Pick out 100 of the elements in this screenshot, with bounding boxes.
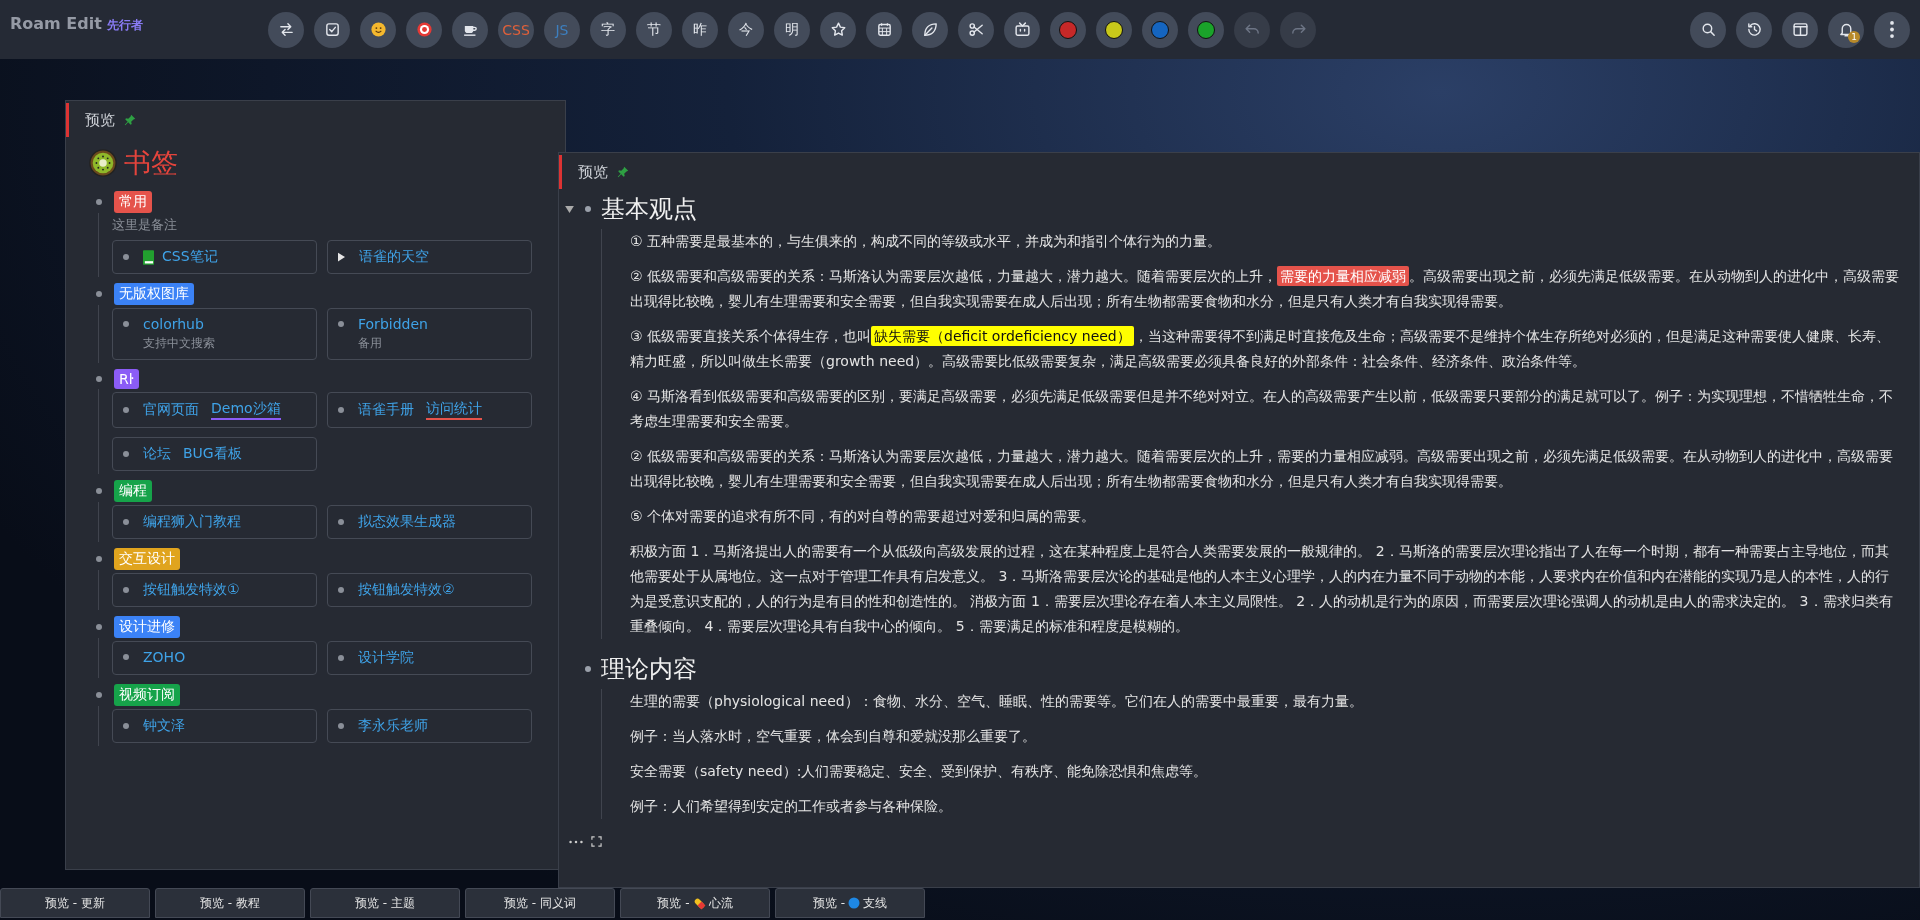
calendar-icon [875, 21, 893, 38]
checkbox-icon [323, 21, 341, 38]
bullet-icon [96, 291, 102, 297]
bullet-icon [96, 488, 102, 494]
bookmark-link[interactable]: 李永乐老师 [358, 717, 428, 735]
panel-title: 预览 [85, 110, 115, 130]
bullet-icon[interactable] [123, 587, 129, 593]
bullet-icon[interactable] [123, 519, 129, 525]
app-edition-label: 先行者 [106, 16, 143, 34]
color-button[interactable] [1096, 11, 1132, 48]
bookmark-link[interactable]: CSS笔记 [162, 248, 218, 266]
bookmark-link[interactable]: BUG看板 [183, 445, 242, 463]
bullet-icon[interactable] [123, 654, 129, 660]
bookmark-link[interactable]: 拟态效果生成器 [358, 513, 456, 531]
paragraph: 安全需要（safety need）:人们需要稳定、安全、受到保护、有秩序、能免除恐惧和焦虑等。 [630, 762, 1209, 781]
bookmark-link[interactable]: 语雀手册 [358, 401, 414, 419]
toolbar-button[interactable] [958, 11, 994, 48]
window-tab[interactable]: 预览 - 心流 [620, 888, 770, 918]
bookmark-link[interactable]: 论坛 [143, 445, 171, 463]
window-tab[interactable]: 预览 - 主题 [310, 888, 460, 918]
leaf-icon [921, 21, 939, 38]
note-text: 这里是备注 [112, 216, 178, 234]
bullet-icon[interactable] [338, 519, 344, 525]
category-tag[interactable]: 常用 [114, 191, 152, 213]
bookmark-link[interactable]: 编程狮入门教程 [143, 513, 241, 531]
bookmark-link[interactable]: 访问统计 [426, 400, 482, 420]
toolbar-button[interactable]: 昨 [682, 11, 718, 48]
category-tag[interactable]: 设计进修 [114, 616, 180, 638]
toolbar-button[interactable]: 今 [728, 11, 764, 48]
bookmark-link[interactable]: 语雀的天空 [359, 248, 429, 266]
bullet-icon [96, 556, 102, 562]
toolbar-button[interactable] [406, 11, 442, 48]
note-text: 支持中文搜索 [142, 335, 216, 352]
toolbar-button[interactable] [1690, 11, 1726, 48]
caret-icon[interactable] [564, 205, 574, 213]
bullet-icon[interactable] [338, 321, 344, 327]
color-button[interactable] [1142, 11, 1178, 48]
toolbar-button[interactable] [314, 11, 350, 48]
target-icon [415, 21, 433, 38]
book-icon [143, 249, 154, 265]
toolbar-button[interactable]: 字 [590, 11, 626, 48]
window-tab[interactable]: 预览 - 更新 [0, 888, 150, 918]
toolbar-button[interactable] [452, 11, 488, 48]
pin-icon[interactable] [616, 165, 630, 179]
toolbar-button[interactable]: 明 [774, 11, 810, 48]
expand-icon[interactable] [591, 836, 602, 847]
more-icon[interactable] [569, 839, 583, 844]
toolbar-button[interactable] [1874, 11, 1910, 48]
caret-icon[interactable] [338, 252, 345, 262]
toolbar-button[interactable]: 节 [636, 11, 672, 48]
star-icon [829, 21, 847, 38]
section-heading: 基本观点 [601, 194, 697, 225]
window-tab[interactable]: 预览 - 同义词 [465, 888, 615, 918]
window-tab[interactable]: 预览 - 教程 [155, 888, 305, 918]
toolbar-button[interactable] [820, 11, 856, 48]
bookmark-link[interactable]: Demo沙箱 [211, 400, 281, 420]
window-tab[interactable]: 预览 - 支线 [775, 888, 925, 918]
category-tag[interactable]: 编程 [114, 480, 152, 502]
bookmark-link[interactable]: 钟文泽 [143, 717, 185, 735]
bookmark-link[interactable]: 按钮触发特效① [143, 581, 240, 599]
columns-icon [1791, 21, 1809, 38]
bullet-icon[interactable] [338, 655, 344, 661]
category-tag[interactable]: 无版权图库 [114, 283, 194, 305]
toolbar-button[interactable] [1004, 11, 1040, 48]
bookmark-link[interactable]: colorhub [143, 316, 204, 332]
toolbar-button[interactable] [912, 11, 948, 48]
category-tag[interactable]: 视频订阅 [114, 684, 180, 706]
bullet-icon [96, 624, 102, 630]
bullet-icon[interactable] [338, 723, 344, 729]
paragraph: ② 低级需要和高级需要的关系：马斯洛认为需要层次越低，力量越大，潜力越大。随着需要层次的上升， 需要的力量相应减弱 。高级需要出现之前，必须先满足低级需要。在从动物到人的进化中，高级需要出现得比较晚，婴儿有生理需要和安全需要，但自我实现需要在成人后出现；所有生物都需要食物和水分，但是只有人类才有自我实现得需要。 [630, 265, 1900, 311]
bullet-icon[interactable] [585, 666, 591, 672]
toolbar-button[interactable] [1782, 11, 1818, 48]
toolbar-button[interactable] [360, 11, 396, 48]
toolbar-button[interactable] [866, 11, 902, 48]
toolbar-button[interactable] [268, 11, 304, 48]
toolbar-button[interactable] [1736, 11, 1772, 48]
bullet-icon[interactable] [338, 587, 344, 593]
bookmark-link[interactable]: 官网页面 [143, 401, 199, 419]
section-heading: 理论内容 [601, 654, 697, 685]
note-text: 备用 [357, 335, 383, 352]
bookmark-link[interactable]: 按钮触发特效② [358, 581, 455, 599]
history-icon [1745, 21, 1763, 38]
color-button[interactable] [1188, 11, 1224, 48]
bullet-icon[interactable] [123, 254, 129, 260]
bullet-icon[interactable] [123, 723, 129, 729]
bullet-icon[interactable] [123, 321, 129, 327]
category-tag[interactable]: Rŀ [114, 369, 139, 389]
paragraph: 生理的需要（physiological need）：食物、水分、空气、睡眠、性的需要等。它们在人的需要中最重要，最有力量。 [630, 692, 1364, 711]
bookmark-link[interactable]: ZOHO [143, 649, 186, 665]
bookmark-link[interactable]: 设计学院 [358, 649, 414, 667]
color-button[interactable] [1050, 11, 1086, 48]
paragraph: ① 五种需要是最基本的，与生俱来的，构成不同的等级或水平，并成为和指引个体行为的力量。 [630, 232, 1222, 251]
bullet-icon[interactable] [585, 206, 591, 212]
scissors-icon [967, 21, 985, 38]
bookmark-link[interactable]: Forbidden [358, 316, 428, 332]
bullet-icon[interactable] [123, 407, 129, 413]
bullet-icon[interactable] [338, 407, 344, 413]
bullet-icon[interactable] [123, 451, 129, 457]
toolbar-button[interactable]: 1 [1828, 11, 1864, 48]
pin-icon[interactable] [123, 113, 137, 127]
